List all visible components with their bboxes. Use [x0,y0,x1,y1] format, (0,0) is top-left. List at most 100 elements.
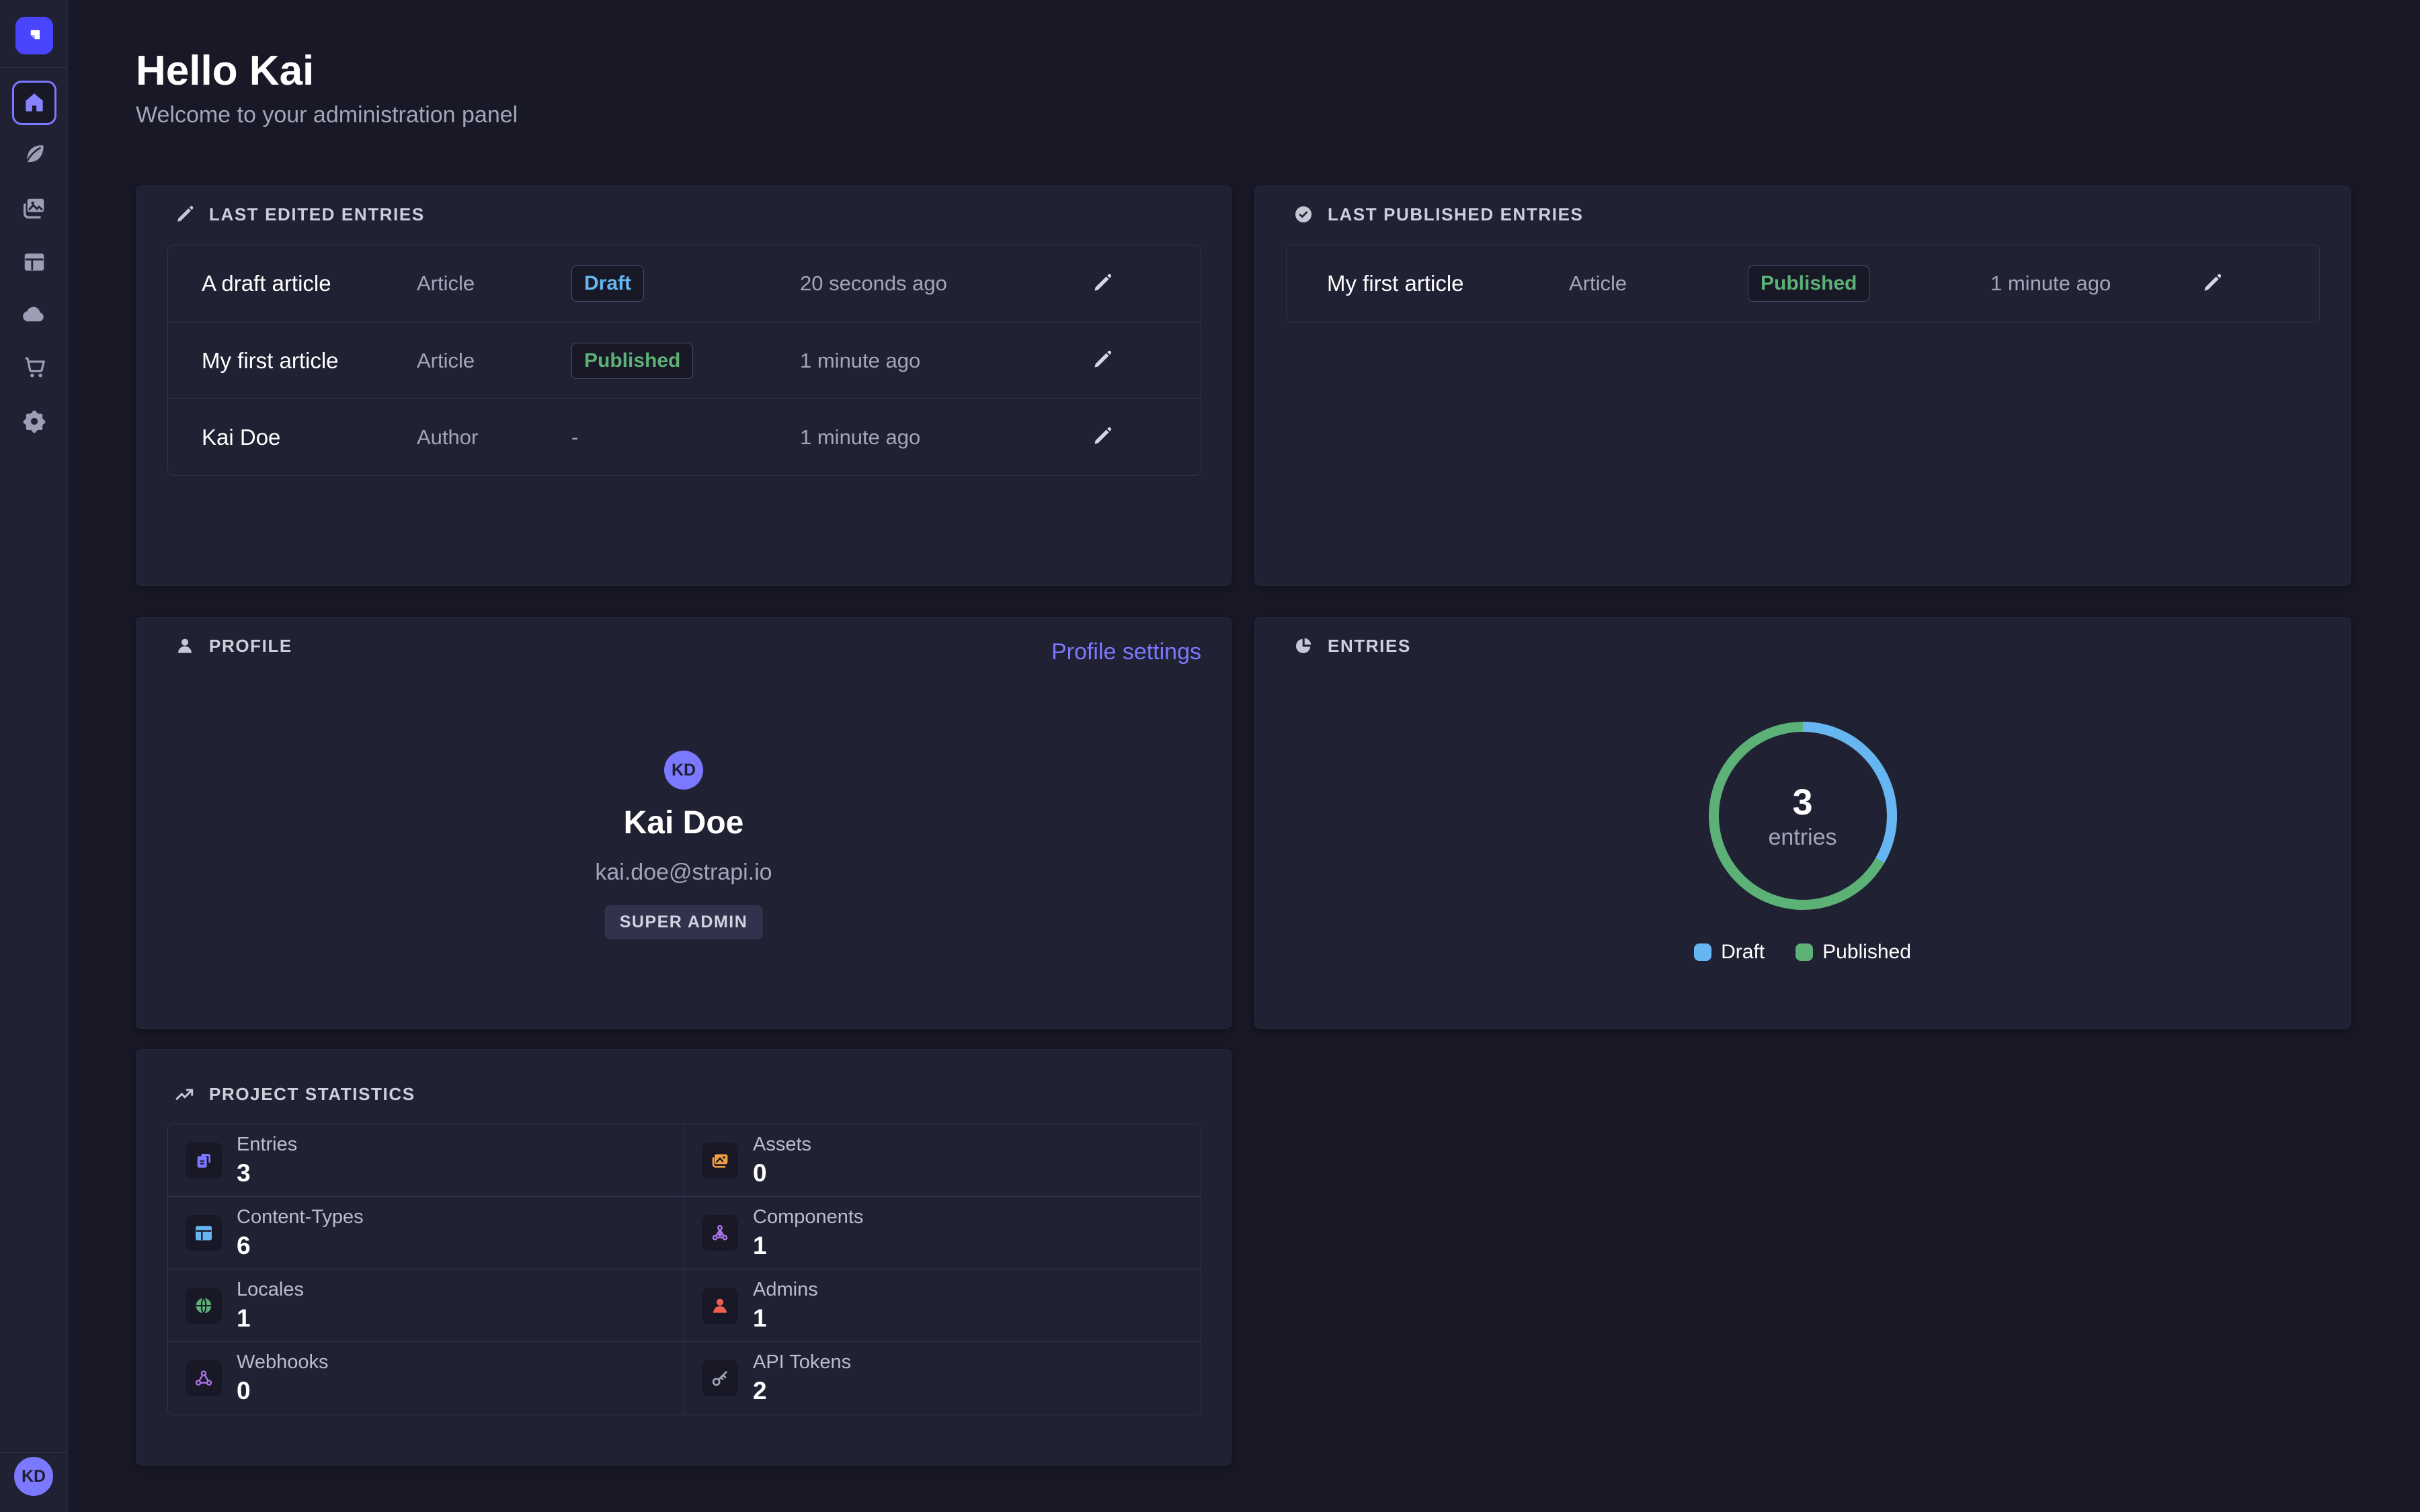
profile-email: kai.doe@strapi.io [136,859,1231,886]
stat-label: API Tokens [753,1351,851,1374]
check-circle-icon [1293,204,1314,225]
donut-center-label: 3 entries [1702,715,1904,917]
pencil-icon [1091,271,1114,294]
entry-row[interactable]: My first article Article Published 1 min… [1287,245,2319,322]
entry-name: My first article [202,348,417,374]
stat-value: 3 [237,1159,297,1187]
stat-label: Locales [237,1279,304,1301]
draft-swatch [1694,943,1711,961]
sidebar-item-media-library[interactable] [12,186,56,230]
sidebar-user-avatar[interactable]: KD [14,1457,53,1496]
stat-value: 6 [237,1232,364,1260]
stat-label: Components [753,1206,863,1228]
cloud-icon [22,302,47,327]
stat-cell-locales: Locales 1 [168,1269,684,1342]
entry-type: Article [417,349,571,373]
stat-value: 0 [237,1377,329,1405]
stat-icon-tile [702,1360,738,1396]
strapi-logo-icon[interactable] [15,17,53,54]
layout-icon [22,249,47,275]
sidebar-divider-top [0,67,67,68]
trend-up-icon [174,1083,196,1105]
feather-icon [22,142,47,167]
entry-row[interactable]: A draft article Article Draft 20 seconds… [168,245,1201,322]
dashboard-page: KD Hello Kai Welcome to your administrat… [0,0,2420,1512]
images-icon [22,196,47,221]
stat-icon-tile [186,1288,222,1324]
last-edited-entries-table: A draft article Article Draft 20 seconds… [167,245,1201,476]
stats-grid: Entries 3 Assets 0 Content-Types 6 [167,1124,1201,1415]
profile-panel: PROFILE Profile settings KD Kai Doe kai.… [136,617,1232,1029]
stat-label: Content-Types [237,1206,364,1228]
strapi-logo-mark [23,24,46,47]
entries-count-label: entries [1768,825,1837,851]
panel-title: LAST EDITED ENTRIES [209,204,425,225]
entry-time: 1 minute ago [1990,271,2199,296]
edit-entry-button[interactable] [1089,270,1116,297]
stat-icon-tile [702,1288,738,1324]
sidebar-item-cloud[interactable] [12,292,56,337]
entry-time: 1 minute ago [800,425,1089,450]
stat-cell-webhooks: Webhooks 0 [168,1342,684,1415]
status-badge: Draft [571,265,644,302]
pencil-icon [2201,271,2224,294]
entry-name: My first article [1327,271,1569,296]
stat-label: Entries [237,1134,297,1156]
entries-count: 3 [1792,782,1812,823]
entry-time: 20 seconds ago [800,271,1089,296]
pictures-icon [709,1150,731,1171]
globe-icon [193,1295,214,1316]
legend-item-draft: Draft [1694,941,1765,964]
legend-label: Draft [1721,941,1765,964]
stat-value: 0 [753,1159,811,1187]
stat-value: 1 [237,1304,304,1333]
entry-type: Article [1569,271,1748,296]
panel-header: LAST PUBLISHED ENTRIES [1293,204,1583,225]
panel-header: PROFILE [174,635,292,657]
last-published-entries-panel: LAST PUBLISHED ENTRIES My first article … [1254,185,2351,586]
stat-icon-tile [186,1215,222,1251]
sidebar-nav: KD [0,0,68,1512]
page-title: Hello Kai [136,47,314,95]
entry-row[interactable]: My first article Article Published 1 min… [168,322,1201,398]
sidebar-item-content-type-builder[interactable] [12,240,56,284]
stat-cell-entries: Entries 3 [168,1124,684,1197]
stat-icon-tile [186,1360,222,1396]
entry-time: 1 minute ago [800,349,1089,373]
legend-label: Published [1822,941,1911,964]
stat-cell-admins: Admins 1 [684,1269,1201,1342]
status-none: - [571,425,578,449]
sidebar-item-content-manager[interactable] [12,132,56,177]
sidebar-item-settings[interactable] [12,399,56,444]
person-icon [709,1295,731,1316]
last-edited-entries-panel: LAST EDITED ENTRIES A draft article Arti… [136,185,1232,586]
stat-cell-content-types: Content-Types 6 [168,1197,684,1269]
edit-entry-button[interactable] [2199,270,2226,297]
stack-documents-icon [193,1150,214,1171]
stat-cell-api-tokens: API Tokens 2 [684,1342,1201,1415]
gear-icon [22,409,47,434]
home-icon [22,90,47,116]
stat-label: Webhooks [237,1351,329,1374]
pencil-icon [1091,425,1114,448]
entry-type: Article [417,271,571,296]
person-icon [174,635,196,657]
published-swatch [1796,943,1813,961]
profile-settings-link[interactable]: Profile settings [1051,639,1201,665]
status-badge: Published [1748,265,1869,302]
profile-avatar: KD [664,751,703,790]
edit-entry-button[interactable] [1089,347,1116,374]
project-statistics-panel: PROJECT STATISTICS Entries 3 Assets 0 [136,1049,1232,1466]
page-subtitle: Welcome to your administration panel [136,102,518,128]
edit-entry-button[interactable] [1089,424,1116,451]
sidebar-item-home[interactable] [12,81,56,125]
stat-cell-assets: Assets 0 [684,1124,1201,1197]
chart-legend: Draft Published [1255,941,2350,964]
status-badge: Published [571,343,693,379]
stat-value: 1 [753,1232,863,1260]
entry-row[interactable]: Kai Doe Author - 1 minute ago [168,398,1201,475]
panel-title: PROFILE [209,636,292,657]
key-icon [709,1368,731,1389]
last-published-entries-table: My first article Article Published 1 min… [1286,245,2320,323]
sidebar-item-marketplace[interactable] [12,345,56,389]
